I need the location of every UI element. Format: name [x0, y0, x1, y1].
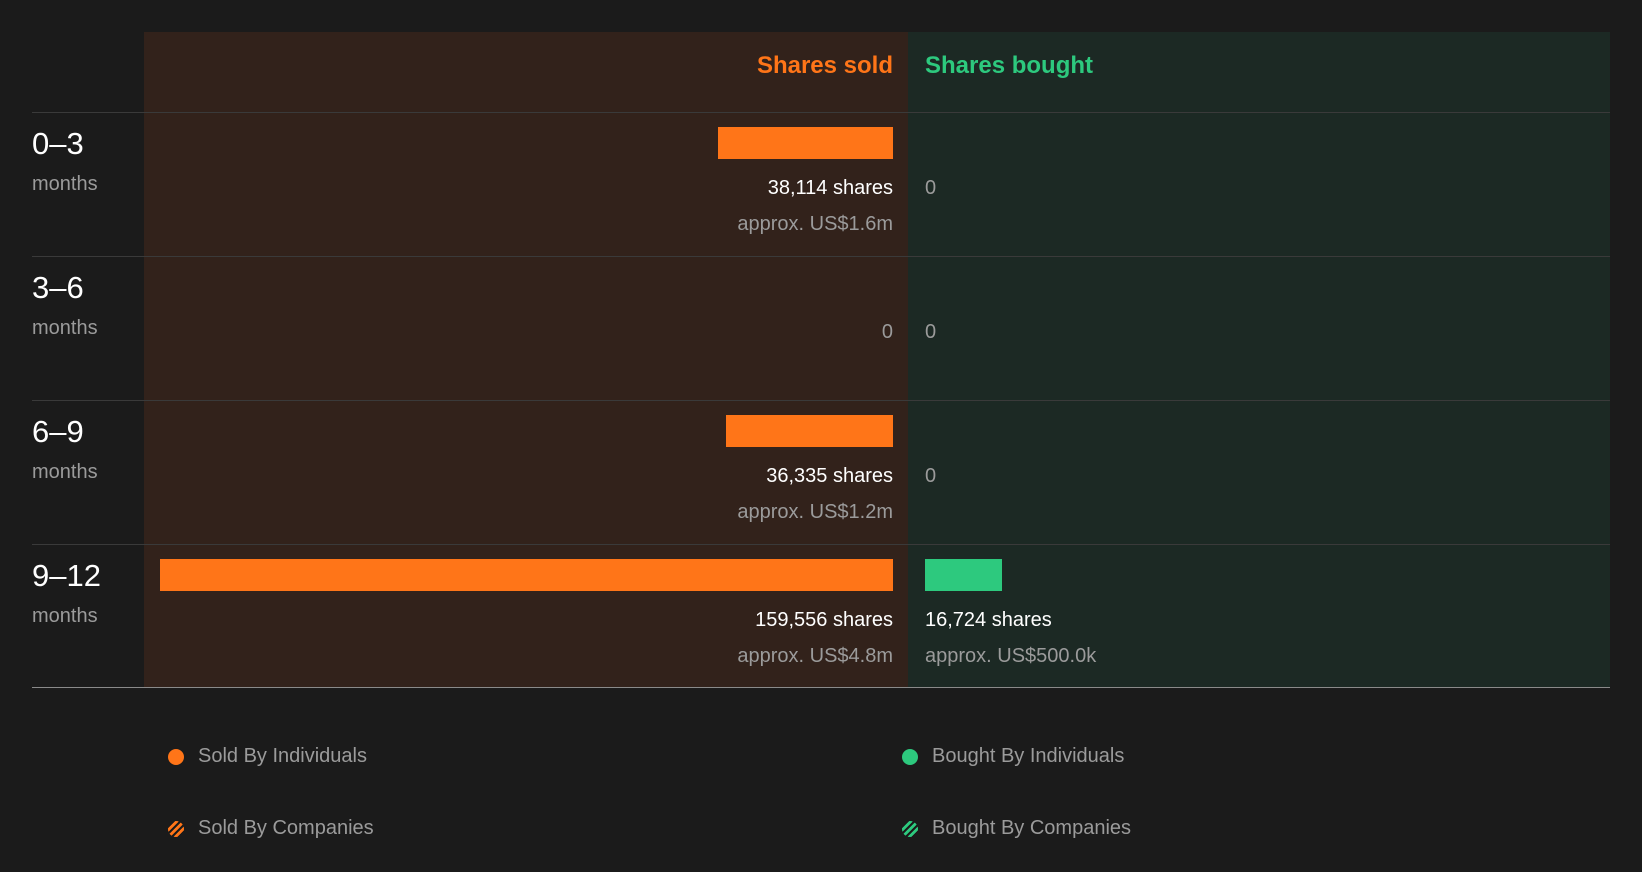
row-divider: [32, 112, 1610, 113]
period-unit: months: [32, 317, 98, 339]
sold-value-label: approx. US$1.2m: [737, 501, 893, 523]
legend-label: Sold By Individuals: [198, 745, 367, 767]
bought-zero-label: 0: [925, 465, 937, 487]
period-label: 0–3 months: [32, 128, 98, 196]
sold-value-label: approx. US$1.6m: [737, 213, 893, 235]
legend-label: Bought By Individuals: [932, 745, 1125, 767]
period-range: 6–9: [32, 414, 84, 449]
period-unit: months: [32, 173, 98, 195]
sold-zero-label: 0: [881, 321, 893, 343]
bought-column-background: [908, 32, 1610, 687]
legend-sold-companies: Sold By Companies: [168, 817, 374, 840]
sold-individuals-swatch-icon: [168, 748, 184, 765]
sold-shares-label: 159,556 shares: [755, 609, 893, 631]
row-divider: [32, 256, 1610, 257]
bought-bar: [925, 559, 1002, 591]
chart-baseline: [32, 687, 1610, 688]
legend-label: Bought By Companies: [932, 817, 1132, 839]
sold-shares-label: 36,335 shares: [766, 465, 893, 487]
legend-bought-individuals: Bought By Individuals: [902, 745, 1124, 768]
legend-bought-companies: Bought By Companies: [902, 817, 1131, 840]
legend-label: Sold By Companies: [198, 817, 374, 839]
sold-value-label: approx. US$4.8m: [737, 645, 893, 667]
legend-sold-individuals: Sold By Individuals: [168, 745, 367, 768]
bought-shares-label: 16,724 shares: [925, 609, 1052, 631]
period-label: 9–12 months: [32, 560, 101, 628]
period-range: 9–12: [32, 558, 101, 593]
shares-sold-header: Shares sold: [756, 52, 893, 79]
shares-bought-header: Shares bought: [925, 52, 1094, 79]
period-range: 0–3: [32, 126, 84, 161]
sold-shares-label: 38,114 shares: [767, 177, 893, 199]
row-divider: [32, 544, 1610, 545]
period-label: 6–9 months: [32, 416, 98, 484]
sold-bar: [726, 415, 893, 447]
row-divider: [32, 400, 1610, 401]
period-range: 3–6: [32, 270, 84, 305]
sold-bar: [718, 127, 893, 159]
sold-bar: [160, 559, 893, 591]
period-label: 3–6 months: [32, 272, 98, 340]
period-unit: months: [32, 461, 98, 483]
bought-zero-label: 0: [925, 321, 937, 343]
bought-companies-swatch-icon: [902, 820, 918, 837]
bought-zero-label: 0: [925, 177, 937, 199]
period-unit: months: [32, 605, 98, 627]
bought-individuals-swatch-icon: [902, 748, 918, 765]
sold-companies-swatch-icon: [168, 820, 184, 837]
bought-value-label: approx. US$500.0k: [925, 645, 1097, 667]
